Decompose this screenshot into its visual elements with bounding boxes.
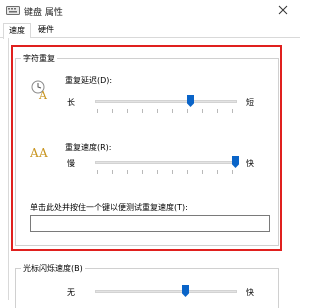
- close-icon: [278, 5, 288, 15]
- title-bar: 键盘 属性: [0, 0, 300, 20]
- cursor-blink-group: [15, 268, 279, 308]
- keyboard-icon: [6, 4, 20, 16]
- tab-speed[interactable]: 速度: [3, 23, 31, 39]
- tab-hardware[interactable]: 硬件: [35, 23, 57, 37]
- cursor-blink-title: 光标闪烁速度(B): [21, 263, 85, 274]
- close-button[interactable]: [270, 0, 296, 20]
- red-highlight-box: [11, 45, 282, 251]
- cursor-blink-fast-label: 快: [246, 288, 254, 297]
- cursor-blink-slider-track[interactable]: [95, 290, 237, 293]
- window-title: 键盘 属性: [24, 8, 63, 18]
- cursor-blink-none-label: 无: [67, 288, 75, 297]
